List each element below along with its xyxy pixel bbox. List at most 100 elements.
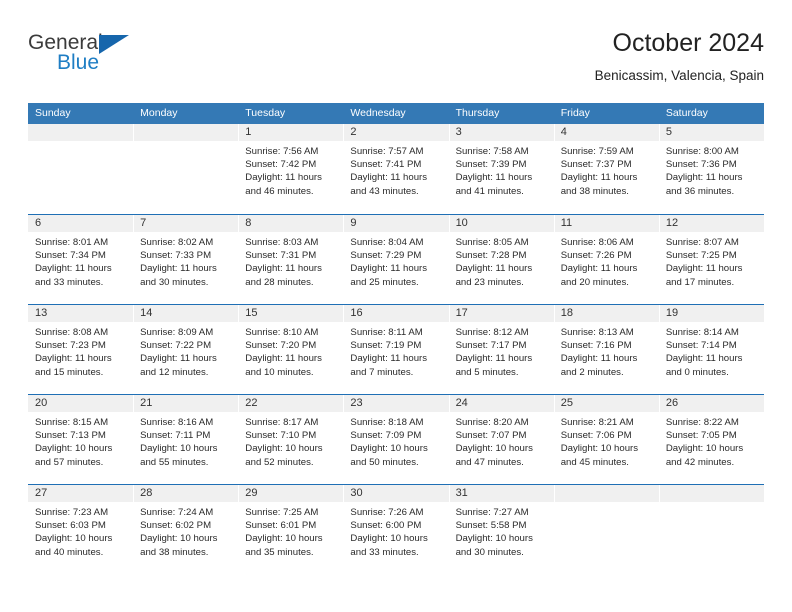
day-number: 28 — [140, 487, 153, 499]
calendar-day-cell[interactable]: 10 Sunrise: 8:05 AM Sunset: 7:28 PM Dayligh… — [448, 215, 554, 304]
calendar-day-cell[interactable]: 22 Sunrise: 8:17 AM Sunset: 7:10 PM Dayligh… — [238, 395, 344, 484]
day-number: 11 — [560, 217, 573, 229]
calendar-week-row: 20 Sunrise: 8:15 AM Sunset: 7:13 PM Dayligh… — [28, 394, 764, 484]
sunrise-text: Sunrise: 8:15 AM — [35, 417, 109, 428]
day-number-band: 30 — [343, 485, 449, 503]
calendar-day-cell[interactable]: 29 Sunrise: 7:25 AM Sunset: 6:01 PM Dayligh… — [238, 485, 344, 574]
sunrise-text: Sunrise: 8:01 AM — [35, 237, 109, 248]
calendar-day-cell[interactable]: 19 Sunrise: 8:14 AM Sunset: 7:14 PM Dayligh… — [658, 305, 764, 394]
sunset-text: Sunset: 6:02 PM — [140, 520, 212, 532]
sunset-text: Sunset: 7:19 PM — [350, 340, 422, 352]
daylight-text-line1: Daylight: 10 hours — [455, 443, 533, 455]
sunset-text: Sunset: 6:01 PM — [245, 520, 317, 532]
daylight-text-line1: Daylight: 11 hours — [665, 172, 743, 184]
calendar-day-cell[interactable]: 5 Sunrise: 8:00 AM Sunset: 7:36 PM Daylight… — [658, 124, 764, 214]
calendar-day-cell[interactable]: 12 Sunrise: 8:07 AM Sunset: 7:25 PM Dayligh… — [658, 215, 764, 304]
day-number: 10 — [455, 217, 468, 229]
calendar-day-cell[interactable]: 30 Sunrise: 7:26 AM Sunset: 6:00 PM Dayligh… — [343, 485, 449, 574]
calendar-empty-cell — [28, 124, 134, 214]
day-number: 15 — [245, 307, 258, 319]
day-number: 8 — [245, 217, 252, 229]
day-number: 2 — [350, 126, 357, 138]
day-number-band: 15 — [238, 305, 344, 323]
day-number-band: 27 — [28, 485, 134, 503]
calendar-day-cell[interactable]: 21 Sunrise: 8:16 AM Sunset: 7:11 PM Dayligh… — [133, 395, 239, 484]
weekday-header-tuesday: Tuesday — [245, 107, 286, 119]
sunrise-text: Sunrise: 8:20 AM — [455, 417, 529, 428]
day-detail-list: Sunrise: 7:56 AM Sunset: 7:42 PM Daylight:… — [238, 142, 343, 198]
calendar-day-cell[interactable]: 27 Sunrise: 7:23 AM Sunset: 6:03 PM Dayligh… — [28, 485, 134, 574]
calendar-day-cell[interactable]: 18 Sunrise: 8:13 AM Sunset: 7:16 PM Dayligh… — [553, 305, 659, 394]
day-number-band: 20 — [28, 395, 134, 413]
day-detail-list: Sunrise: 7:59 AM Sunset: 7:37 PM Daylight:… — [554, 142, 659, 198]
daylight-text-line1: Daylight: 11 hours — [350, 263, 428, 275]
sunrise-text: Sunrise: 8:17 AM — [245, 417, 319, 428]
day-detail-list: Sunrise: 8:14 AM Sunset: 7:14 PM Daylight:… — [659, 323, 764, 379]
day-detail-list: Sunrise: 8:07 AM Sunset: 7:25 PM Daylight:… — [659, 233, 764, 289]
day-number-band: 10 — [448, 215, 554, 233]
daylight-text-line1: Daylight: 10 hours — [350, 443, 428, 455]
daylight-text-line2: and 57 minutes. — [35, 456, 104, 468]
calendar-day-cell[interactable]: 24 Sunrise: 8:20 AM Sunset: 7:07 PM Dayligh… — [448, 395, 554, 484]
day-number-band: 9 — [343, 215, 449, 233]
triangle-icon — [99, 35, 129, 54]
day-detail-list: Sunrise: 8:03 AM Sunset: 7:31 PM Daylight:… — [238, 233, 343, 289]
day-number: 26 — [665, 397, 679, 409]
calendar-day-cell[interactable]: 28 Sunrise: 7:24 AM Sunset: 6:02 PM Dayligh… — [133, 485, 239, 574]
calendar-day-cell[interactable]: 31 Sunrise: 7:27 AM Sunset: 5:58 PM Dayligh… — [448, 485, 554, 574]
day-number: 14 — [140, 307, 153, 319]
title-block: October 2024 Benicassim, Valencia, Spain — [595, 28, 764, 85]
daylight-text-line1: Daylight: 10 hours — [245, 443, 323, 455]
calendar-day-cell[interactable]: 17 Sunrise: 8:12 AM Sunset: 7:17 PM Dayligh… — [448, 305, 554, 394]
sunset-text: Sunset: 7:31 PM — [245, 250, 317, 262]
sunset-text: Sunset: 7:26 PM — [560, 250, 632, 262]
calendar-day-cell[interactable]: 16 Sunrise: 8:11 AM Sunset: 7:19 PM Dayligh… — [343, 305, 449, 394]
calendar-day-cell[interactable]: 14 Sunrise: 8:09 AM Sunset: 7:22 PM Dayligh… — [133, 305, 239, 394]
daylight-text-line2: and 38 minutes. — [140, 546, 209, 558]
day-number-band: 28 — [133, 485, 239, 503]
day-detail-list: Sunrise: 8:18 AM Sunset: 7:09 PM Daylight:… — [343, 413, 448, 469]
calendar-day-cell[interactable]: 9 Sunrise: 8:04 AM Sunset: 7:29 PM Daylight… — [343, 215, 449, 304]
calendar-day-cell[interactable]: 20 Sunrise: 8:15 AM Sunset: 7:13 PM Dayligh… — [28, 395, 134, 484]
calendar-day-cell[interactable]: 1 Sunrise: 7:56 AM Sunset: 7:42 PM Daylight… — [238, 124, 344, 214]
calendar-day-cell[interactable]: 7 Sunrise: 8:02 AM Sunset: 7:33 PM Daylight… — [133, 215, 239, 304]
day-number-band: 26 — [658, 395, 764, 413]
day-number: 12 — [665, 217, 679, 229]
day-number-band: 18 — [553, 305, 659, 323]
sunset-text: Sunset: 7:41 PM — [350, 159, 422, 171]
calendar-day-cell[interactable]: 11 Sunrise: 8:06 AM Sunset: 7:26 PM Dayligh… — [553, 215, 659, 304]
calendar-day-cell[interactable]: 8 Sunrise: 8:03 AM Sunset: 7:31 PM Daylight… — [238, 215, 344, 304]
calendar-day-cell[interactable]: 2 Sunrise: 7:57 AM Sunset: 7:41 PM Daylight… — [343, 124, 449, 214]
daylight-text-line1: Daylight: 10 hours — [35, 533, 113, 545]
sunset-text: Sunset: 5:58 PM — [455, 520, 527, 532]
day-number-band: 3 — [448, 124, 554, 142]
logo-text-blue: Blue — [57, 51, 100, 74]
calendar-day-cell[interactable]: 23 Sunrise: 8:18 AM Sunset: 7:09 PM Dayligh… — [343, 395, 449, 484]
sunset-text: Sunset: 7:22 PM — [140, 340, 212, 352]
day-detail-list: Sunrise: 8:15 AM Sunset: 7:13 PM Daylight:… — [28, 413, 133, 469]
generalblue-logo[interactable]: General Blue — [28, 32, 228, 88]
day-detail-list: Sunrise: 7:26 AM Sunset: 6:00 PM Daylight:… — [343, 503, 448, 559]
calendar-day-cell[interactable]: 13 Sunrise: 8:08 AM Sunset: 7:23 PM Dayligh… — [28, 305, 134, 394]
calendar-day-cell[interactable]: 3 Sunrise: 7:58 AM Sunset: 7:39 PM Daylight… — [448, 124, 554, 214]
day-number-band: 8 — [238, 215, 344, 233]
sunset-text: Sunset: 7:06 PM — [560, 430, 632, 442]
day-detail-list: Sunrise: 7:58 AM Sunset: 7:39 PM Daylight:… — [449, 142, 554, 198]
daylight-text-line1: Daylight: 11 hours — [35, 263, 112, 275]
daylight-text-line1: Daylight: 10 hours — [140, 443, 218, 455]
daylight-text-line1: Daylight: 10 hours — [560, 443, 639, 455]
day-number: 9 — [350, 217, 357, 229]
daylight-text-line1: Daylight: 11 hours — [245, 172, 322, 184]
sunrise-text: Sunrise: 7:23 AM — [35, 507, 109, 518]
day-number: 27 — [35, 487, 48, 499]
calendar-day-cell[interactable]: 26 Sunrise: 8:22 AM Sunset: 7:05 PM Dayligh… — [658, 395, 764, 484]
calendar-day-cell[interactable]: 15 Sunrise: 8:10 AM Sunset: 7:20 PM Dayligh… — [238, 305, 344, 394]
sunset-text: Sunset: 7:16 PM — [560, 340, 632, 352]
calendar-day-cell[interactable]: 4 Sunrise: 7:59 AM Sunset: 7:37 PM Daylight… — [553, 124, 659, 214]
page-header: General Blue October 2024 Benicassim, Va… — [28, 28, 764, 96]
calendar-day-cell[interactable]: 25 Sunrise: 8:21 AM Sunset: 7:06 PM Dayligh… — [553, 395, 659, 484]
weekday-header-row: Sunday Monday Tuesday Wednesday Thursday Frid… — [28, 103, 764, 124]
day-number-band: 7 — [133, 215, 239, 233]
calendar-day-cell[interactable]: 6 Sunrise: 8:01 AM Sunset: 7:34 PM Daylight… — [28, 215, 134, 304]
day-detail-list: Sunrise: 8:11 AM Sunset: 7:19 PM Daylight:… — [343, 323, 448, 379]
